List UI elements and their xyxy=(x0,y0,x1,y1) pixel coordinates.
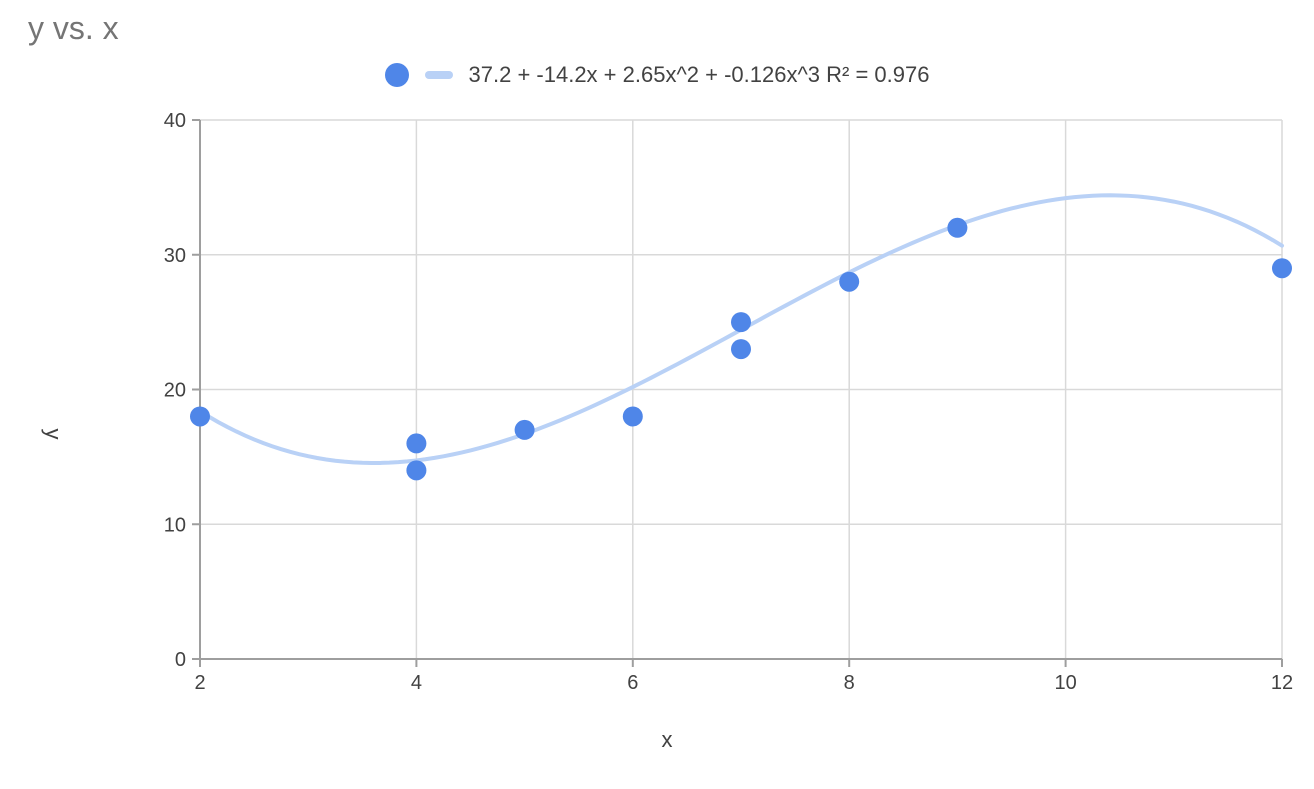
x-axis-label: x xyxy=(662,727,673,753)
chart-title: y vs. x xyxy=(28,10,119,47)
plot: 01020304024681012 xyxy=(150,118,1284,669)
y-tick-label: 40 xyxy=(164,110,186,132)
data-point xyxy=(190,406,210,426)
x-tick-label: 8 xyxy=(844,672,855,694)
y-tick-label: 10 xyxy=(164,514,186,536)
data-point xyxy=(406,460,426,480)
data-point xyxy=(623,406,643,426)
x-tick-label: 10 xyxy=(1054,672,1076,694)
data-point xyxy=(515,420,535,440)
legend-marker-trendline xyxy=(425,71,453,79)
x-tick-label: 6 xyxy=(627,672,638,694)
data-point xyxy=(731,312,751,332)
plot-area: y x 01020304024681012 xyxy=(40,118,1294,749)
y-tick-label: 30 xyxy=(164,245,186,267)
chart-svg: 01020304024681012 xyxy=(150,118,1284,669)
data-point xyxy=(406,433,426,453)
legend: 37.2 + -14.2x + 2.65x^2 + -0.126x^3 R² =… xyxy=(0,62,1314,88)
legend-marker-scatter xyxy=(385,63,409,87)
x-tick-label: 2 xyxy=(194,672,205,694)
data-point xyxy=(731,339,751,359)
x-tick-label: 4 xyxy=(411,672,422,694)
y-axis-label: y xyxy=(40,428,66,439)
x-tick-label: 12 xyxy=(1271,672,1293,694)
legend-formula: 37.2 + -14.2x + 2.65x^2 + -0.126x^3 R² =… xyxy=(469,62,930,88)
data-point xyxy=(1272,258,1292,278)
y-tick-label: 0 xyxy=(175,649,186,671)
data-point xyxy=(839,272,859,292)
data-point xyxy=(947,218,967,238)
y-tick-label: 20 xyxy=(164,380,186,402)
